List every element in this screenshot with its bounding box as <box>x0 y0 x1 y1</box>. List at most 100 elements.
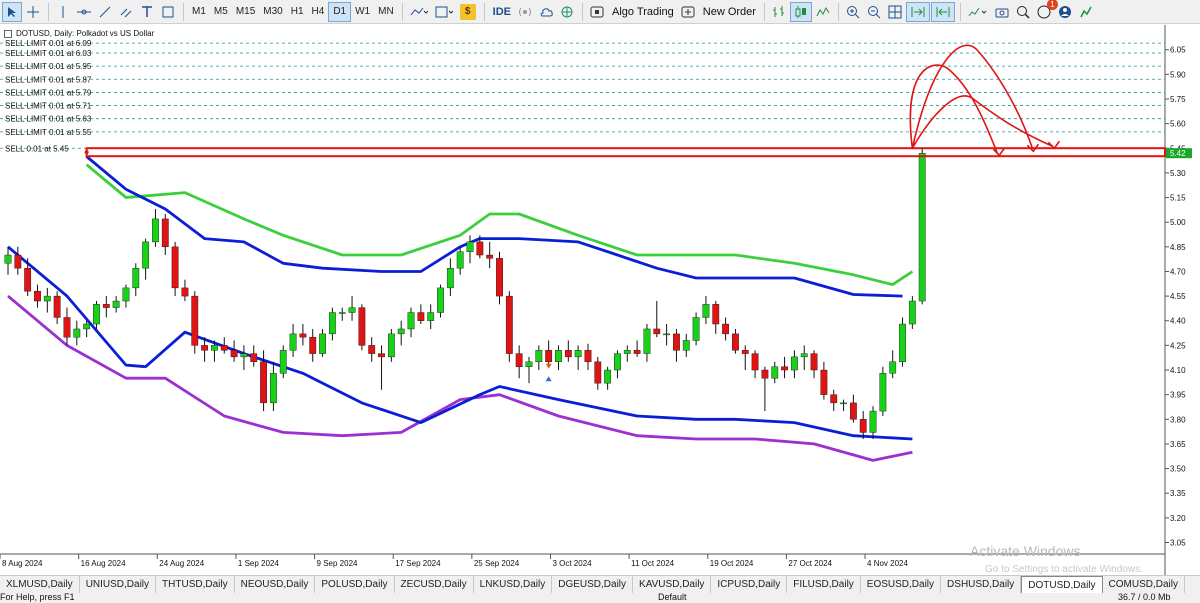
algo-trading-button[interactable]: Algo Trading <box>608 2 678 22</box>
bull-candle <box>289 333 297 351</box>
time-tick-label: 24 Aug 2024 <box>159 559 204 568</box>
symbol-tab[interactable]: EOSUSD,Daily <box>861 576 942 593</box>
timeframe-m30[interactable]: M30 <box>259 2 286 22</box>
timeframe-h1[interactable]: H1 <box>287 2 308 22</box>
search-icon[interactable] <box>1013 2 1033 22</box>
vertical-line-icon[interactable] <box>53 2 73 22</box>
timeframe-m1[interactable]: M1 <box>188 2 210 22</box>
ide-button[interactable]: IDE <box>489 2 515 22</box>
chart-indicators-icon[interactable] <box>965 2 991 22</box>
symbol-tab[interactable]: LNKUSD,Daily <box>474 576 553 593</box>
bear-candle <box>564 350 572 358</box>
symbol-tab[interactable]: THTUSD,Daily <box>156 576 235 593</box>
dollar-icon[interactable]: $ <box>457 2 479 22</box>
toolbar-separator <box>483 2 485 21</box>
bear-candle <box>849 402 857 420</box>
timeframe-m5[interactable]: M5 <box>210 2 232 22</box>
text-tool-icon[interactable] <box>137 2 157 22</box>
symbol-tab[interactable]: ICPUSD,Daily <box>711 576 788 593</box>
zoom-in-icon[interactable] <box>843 2 863 22</box>
shapes-icon[interactable] <box>158 2 178 22</box>
symbol-tab[interactable]: XLMUSD,Daily <box>0 576 80 593</box>
trade-arrows <box>545 363 552 382</box>
new-order-icon[interactable] <box>678 2 698 22</box>
bands-indicator <box>7 155 914 462</box>
order-label: SELL LIMIT 0.01 at 5.95 <box>5 62 92 71</box>
bull-candle <box>899 323 906 363</box>
bull-candle <box>348 307 356 313</box>
bear-candle <box>673 333 680 351</box>
algo-trading-icon[interactable] <box>587 2 607 22</box>
price-chart[interactable]: SELL LIMIT 0.01 at 6.09 SELL LIMIT 0.01 a… <box>0 25 1200 575</box>
crosshair-icon[interactable] <box>23 2 43 22</box>
chart-canvas[interactable]: SELL LIMIT 0.01 at 6.09SELL LIMIT 0.01 a… <box>0 25 1200 575</box>
order-label: SELL LIMIT 0.01 at 5.79 <box>5 88 92 97</box>
bull-candle <box>427 312 435 321</box>
symbol-tab[interactable]: DSHUSD,Daily <box>941 576 1022 593</box>
notification-count: 1 <box>1046 0 1058 10</box>
level-icon[interactable] <box>1076 2 1096 22</box>
tile-windows-icon[interactable] <box>885 2 905 22</box>
cursor-icon[interactable] <box>2 1 22 22</box>
chart-shift-icon[interactable] <box>930 1 955 22</box>
bear-candle <box>810 353 818 371</box>
bear-candle <box>309 336 317 354</box>
bear-candle <box>171 246 179 289</box>
timeframe-w1[interactable]: W1 <box>351 2 374 22</box>
sell-arrow <box>545 363 552 369</box>
trend-line-icon[interactable] <box>95 2 115 22</box>
bear-candle <box>741 350 749 354</box>
channel-icon[interactable] <box>116 2 136 22</box>
symbol-tab[interactable]: DGEUSD,Daily <box>552 576 634 593</box>
time-tick-label: 9 Sep 2024 <box>317 559 358 568</box>
timeframe-d1[interactable]: D1 <box>328 1 352 22</box>
notifications-icon[interactable]: 1 <box>1034 0 1058 22</box>
bear-candle <box>368 345 376 354</box>
autoscroll-icon[interactable] <box>905 1 930 22</box>
bull-candle <box>338 312 346 314</box>
globe-icon[interactable] <box>557 2 577 22</box>
activation-watermark-title: Activate Windows <box>970 543 1081 559</box>
horizontal-line-icon[interactable] <box>74 2 94 22</box>
bull-candle <box>152 218 159 243</box>
bull-candle <box>407 312 415 330</box>
time-tick-label: 17 Sep 2024 <box>395 559 441 568</box>
time-tick-label: 16 Aug 2024 <box>81 559 126 568</box>
screenshot-icon[interactable] <box>992 2 1012 22</box>
bear-candle <box>299 333 307 338</box>
candlestick-chart-icon[interactable] <box>789 1 812 22</box>
new-order-button[interactable]: New Order <box>699 2 760 22</box>
bull-candle <box>83 323 91 330</box>
symbol-tab[interactable]: DOTUSD,Daily <box>1021 576 1103 593</box>
bear-candle <box>220 345 228 351</box>
bar-chart-icon[interactable] <box>769 2 789 22</box>
zoom-out-icon[interactable] <box>864 2 884 22</box>
symbol-tab[interactable]: POLUSD,Daily <box>315 576 395 593</box>
signal-icon[interactable] <box>515 2 535 22</box>
bear-candle <box>712 304 720 325</box>
chart-header: DOTUSD, Daily: Polkadot vs US Dollar <box>4 29 154 38</box>
symbol-tab[interactable]: KAVUSD,Daily <box>633 576 712 593</box>
symbol-tab[interactable]: NEOUSD,Daily <box>235 576 316 593</box>
symbol-tab[interactable]: FILUSD,Daily <box>787 576 861 593</box>
toolbar-separator <box>582 2 584 21</box>
cloud-icon[interactable] <box>536 2 556 22</box>
indicators-icon[interactable] <box>407 2 431 22</box>
timeframe-m15[interactable]: M15 <box>232 2 259 22</box>
templates-icon[interactable] <box>432 2 456 22</box>
terminal-window: M1 M5 M15 M30 H1 H4 D1 W1 MN $ IDE Algo … <box>0 0 1200 603</box>
timeframe-h4[interactable]: H4 <box>308 2 329 22</box>
status-help: For Help, press F1 <box>0 592 75 602</box>
timeframe-mn[interactable]: MN <box>374 2 398 22</box>
line-chart-icon[interactable] <box>813 2 833 22</box>
bear-candle <box>515 353 523 367</box>
symbol-tab[interactable]: ZECUSD,Daily <box>395 576 474 593</box>
symbol-tab[interactable]: COMUSD,Daily <box>1103 576 1185 593</box>
bull-candle <box>279 350 287 374</box>
profile-icon[interactable] <box>1055 2 1075 22</box>
toolbar-separator <box>48 2 49 21</box>
time-axis: 8 Aug 2024 16 Aug 2024 24 Aug 2024 1 Sep 20… <box>0 554 909 568</box>
bull-candle <box>702 304 710 318</box>
symbol-tab[interactable]: UNIUSD,Daily <box>80 576 157 593</box>
price-tick-label: 3.80 <box>1170 415 1186 424</box>
